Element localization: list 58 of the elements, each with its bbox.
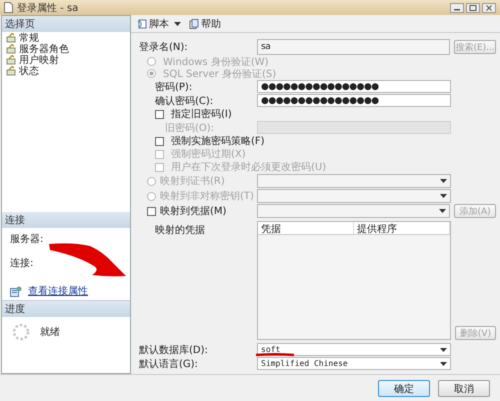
dropdown-field[interactable] (257, 174, 451, 188)
dropdown-field[interactable] (257, 189, 451, 203)
connection-label: 连接: (10, 256, 34, 270)
checkbox[interactable] (147, 206, 156, 216)
dropdown-field[interactable]: Simplified Chinese (257, 357, 451, 370)
page-item[interactable]: 服务器角色 (2, 43, 130, 54)
view-connection-properties-link[interactable]: 查看连接属性 (28, 284, 88, 298)
checkbox[interactable] (155, 136, 164, 146)
field-label: 密码(P): (154, 80, 194, 94)
field-label: 旧密码(O): (164, 122, 216, 134)
server-label: 服务器: (10, 233, 44, 246)
field-label: 默认数据库(D): (139, 344, 209, 356)
toolbar-button[interactable]: 帮助 (187, 16, 223, 32)
field-label: 映射的凭据 (154, 224, 206, 238)
radio-label: Windows 身份验证(W) (163, 56, 269, 68)
password-field[interactable]: ●●●●●●●●●●●●●●●● (257, 94, 451, 107)
checkbox-label: 映射到凭据(M) (160, 204, 226, 218)
dialog-button[interactable]: 确定 (378, 380, 430, 396)
toolbar-button[interactable]: 脚本 (135, 16, 183, 32)
maximize-icon[interactable] (466, 2, 480, 12)
window-title: 登录属性 - sa (17, 2, 78, 14)
checkbox-label: 强制实施密码策略(F) (171, 134, 265, 148)
dialog-button[interactable]: 取消 (438, 380, 490, 396)
field-label: 登录名(N): (139, 41, 189, 54)
underline-scribble-drawing (255, 353, 295, 357)
radio-label: SQL Server 身份验证(S) (163, 68, 276, 80)
dropdown-arrow-icon[interactable] (440, 194, 447, 198)
field-label: 确认密码(C): (154, 94, 214, 108)
dropdown-arrow-icon[interactable] (439, 209, 446, 213)
page-item[interactable]: 用户映射 (2, 54, 130, 65)
section-header: 进度 (2, 301, 130, 317)
dropdown-arrow-icon[interactable] (440, 348, 447, 352)
input-field[interactable]: sa (257, 39, 450, 55)
checkbox-label: 强制密码过期(X) (171, 148, 246, 161)
radio-label: 映射到证书(R) (160, 174, 225, 188)
checkbox-label: 指定旧密码(I) (171, 108, 232, 121)
page-item[interactable]: 常规 (2, 32, 130, 43)
checkbox-label: 用户在下次登录时必须更改密码(U) (171, 160, 326, 174)
properties-icon (10, 286, 22, 296)
document-icon (189, 18, 199, 28)
spinner-icon (12, 323, 30, 341)
close-icon[interactable] (482, 2, 496, 12)
dropdown-field[interactable] (257, 204, 450, 218)
password-field[interactable]: ●●●●●●●●●●●●●●●● (257, 80, 451, 93)
status-text: 就绪 (40, 326, 60, 340)
page-item[interactable]: 状态 (2, 65, 130, 76)
dropdown-arrow-icon[interactable] (440, 362, 447, 366)
dropdown-arrow-icon[interactable] (440, 179, 447, 183)
document-icon (4, 2, 13, 13)
section-header: 选择页 (2, 16, 130, 32)
column-header[interactable]: 提供程序 (354, 222, 450, 234)
section-header: 连接 (2, 212, 130, 228)
dropdown-field[interactable]: soft (257, 343, 451, 356)
minimize-icon[interactable] (450, 2, 464, 12)
column-header[interactable]: 凭据 (258, 222, 354, 234)
dropdown-arrow-icon[interactable] (174, 22, 181, 26)
field-label: 默认语言(G): (139, 358, 199, 370)
radio-label: 映射到非对称密钥(T) (160, 190, 254, 203)
